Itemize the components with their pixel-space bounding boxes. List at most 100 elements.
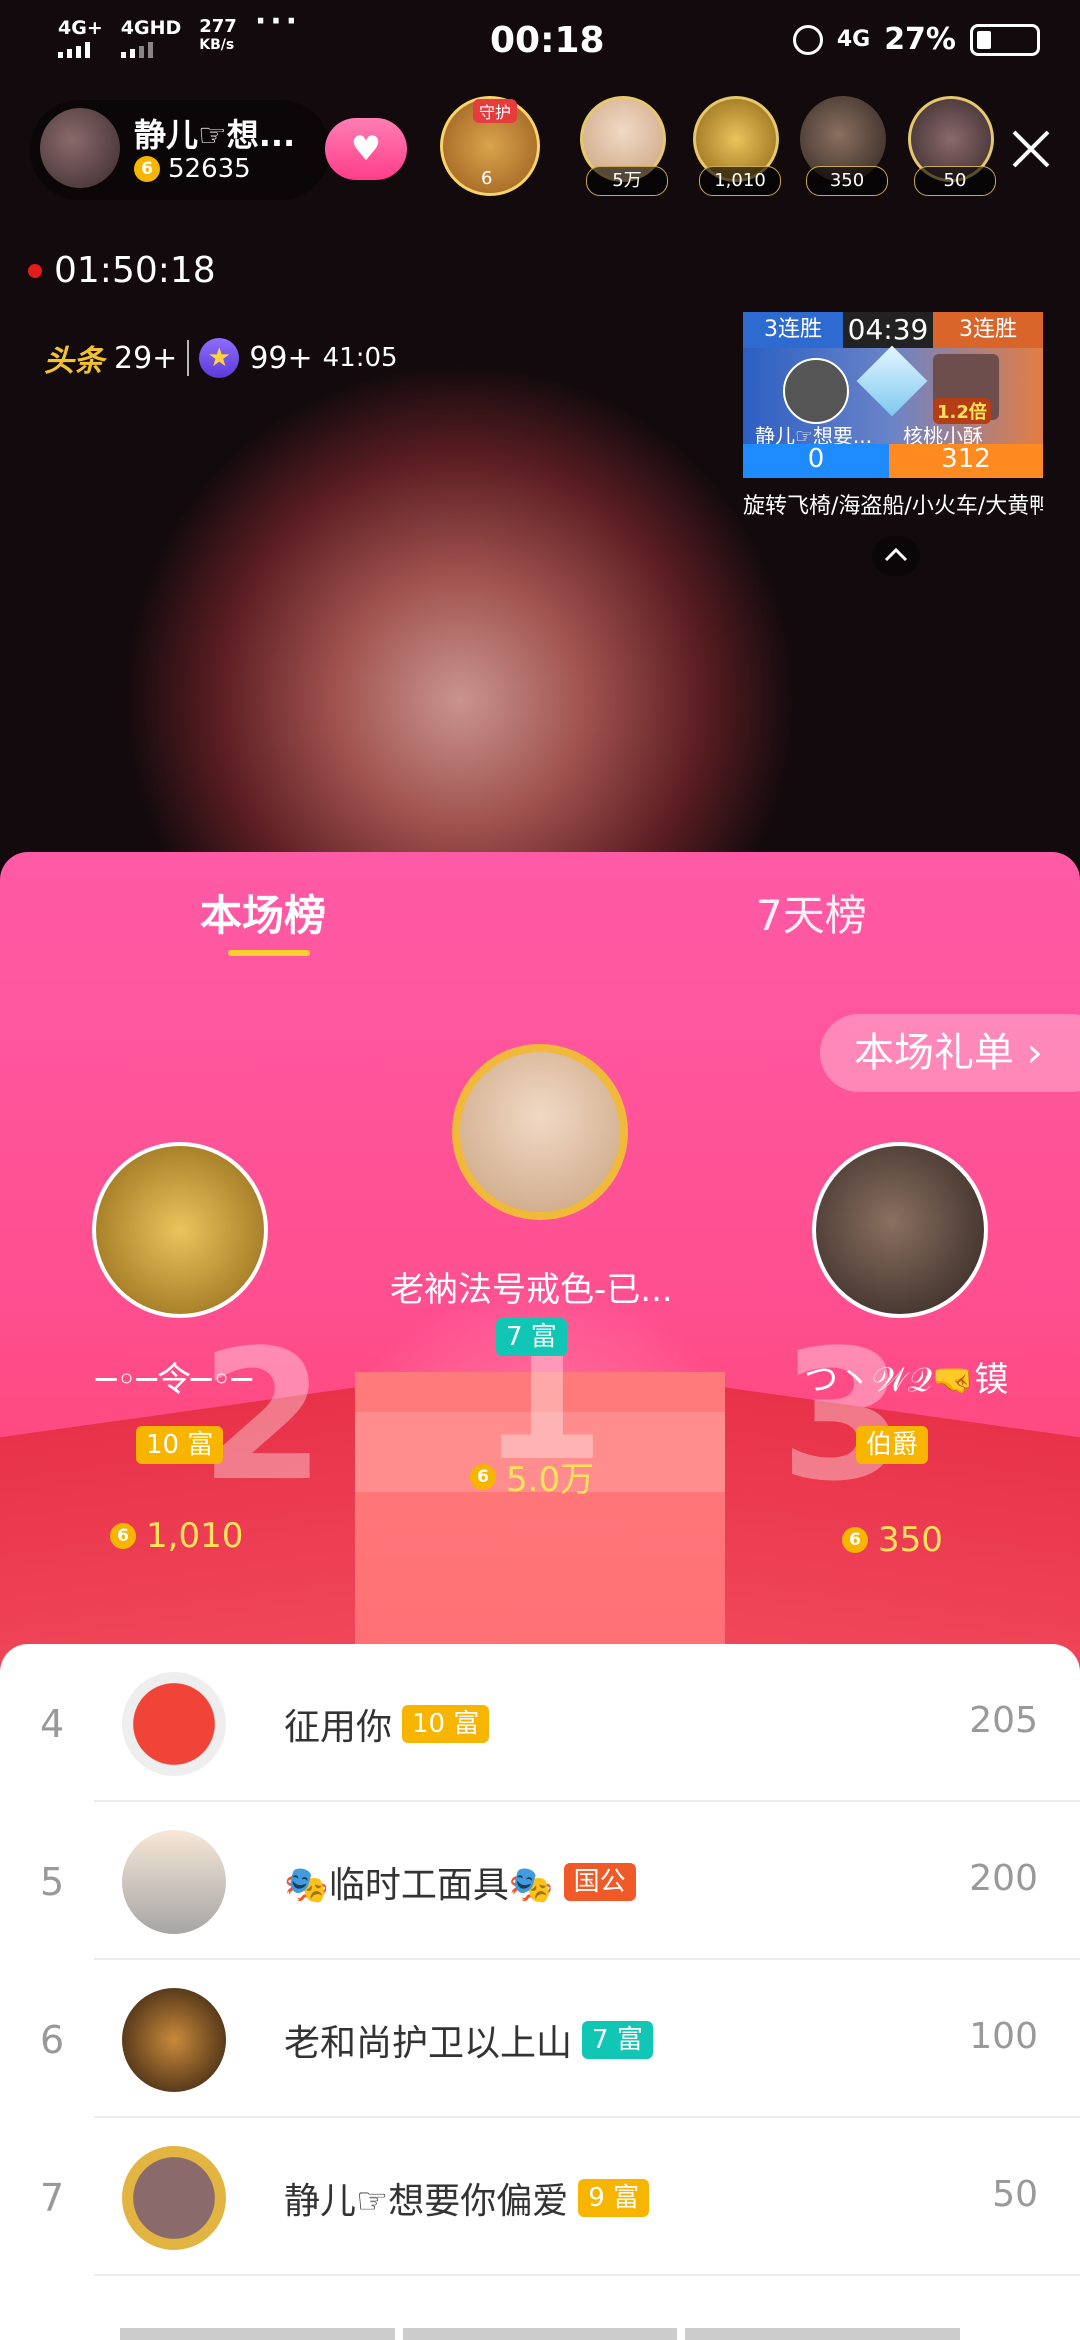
close-icon[interactable] [1008,126,1054,172]
live-stats[interactable]: 头条 29+ ★ 99+ 41:05 [44,336,398,380]
star-time: 41:05 [322,343,398,373]
rank2-name: ─◦─令─◦─ [96,1360,252,1400]
row-badge: 10 富 [402,1705,490,1743]
pk-right-streak: 3连胜 [933,312,1043,348]
network-label-2: 4GHD [120,17,182,39]
viewer-avatar-3[interactable]: 350 [800,96,894,196]
pk-right-score: 312 [889,444,1043,478]
rank3-avatar[interactable] [812,1142,988,1318]
podium-number-2: 2 [200,1312,326,1521]
host-coin-count: 52635 [168,154,251,184]
viewer-value: 5万 [586,166,668,196]
coin-icon: 6 [110,1523,136,1549]
coin-icon: 6 [470,1463,496,1490]
row-rank: 4 [40,1702,65,1746]
row-name: 老和尚护卫以上山 7 富 [284,2014,653,2066]
rank3-badge: 伯爵 [856,1426,929,1464]
row-avatar[interactable] [122,2146,226,2250]
host-avatar[interactable] [40,108,120,188]
row-rank: 7 [40,2176,65,2220]
pk-left-avatar[interactable] [783,358,849,424]
signal-area: 4G+ 4GHD 277 KB/s ··· [58,7,301,58]
network-label-3: 4G [836,27,871,52]
row-value: 100 [969,2016,1038,2057]
tab-current[interactable]: 本场榜 [200,882,326,943]
guard-badge[interactable]: 守护 6 [440,96,540,196]
more-dots-icon: ··· [254,4,302,39]
row-badge: 国公 [563,1863,636,1901]
rank1-name: 老衲法号戒色-已... [390,1270,673,1310]
net-speed: 277 [199,16,237,37]
rank2-badge: 10 富 [136,1426,224,1464]
live-duration-text: 01:50:18 [54,250,216,291]
viewer-avatar-2[interactable]: 1,010 [693,96,787,196]
row-name: 征用你 10 富 [284,1698,490,1750]
row-rank: 6 [40,2018,65,2062]
alarm-icon [792,24,823,55]
rank3-name: つ丶𝒲𝒬🤜镆 [804,1360,1009,1400]
record-dot-icon [28,263,42,278]
status-bar: 4G+ 4GHD 277 KB/s ··· 00:18 4G 27% [0,0,1080,84]
row-badge: 7 富 [582,2021,653,2059]
rank1-amount: 6 5.0万 [470,1452,594,1501]
divider [94,2274,1080,2276]
host-info[interactable]: 静儿☞想... 6 52635 [30,100,330,200]
row-avatar[interactable] [122,1830,226,1934]
scroll-indicator [120,2328,961,2340]
row-value: 50 [992,2174,1038,2215]
pk-timer: 04:39 [843,312,933,348]
battery-icon [970,23,1040,56]
rank2-amount: 6 1,010 [110,1516,243,1556]
toutiao-count: 29+ [114,340,178,376]
list-item[interactable]: 4 征用你 10 富 205 [0,1644,1080,1802]
toutiao-icon: 头条 [44,344,104,379]
clock: 00:18 [490,20,605,61]
diamond-icon [856,345,928,417]
divider [187,340,190,376]
rank1-badge: 7 富 [496,1318,567,1356]
signal-icon-2 [120,42,182,58]
tab-7day[interactable]: 7天榜 [756,882,867,943]
rank2-avatar[interactable] [92,1142,268,1318]
gift-list-label: 本场礼单 [854,1030,1014,1076]
viewer-avatar-4[interactable]: 50 [908,96,1002,196]
live-duration: 01:50:18 [28,250,216,291]
chevron-right-icon: › [1026,1030,1043,1076]
list-item[interactable]: 5 🎭临时工面具🎭 国公 200 [0,1802,1080,1960]
gift-list-button[interactable]: 本场礼单 › [820,1014,1080,1092]
star-count: 99+ [249,340,313,376]
tab-indicator [228,950,310,956]
coin-icon: 6 [842,1527,868,1553]
viewer-value: 350 [806,166,888,196]
star-icon: ★ [199,338,240,378]
podium-number-3: 3 [780,1312,906,1521]
pk-panel[interactable]: 3连胜 04:39 3连胜 1.2倍 静儿☞想要... 核桃小酥 0 312 旋… [743,312,1043,522]
host-name: 静儿☞想... [134,116,296,154]
row-rank: 5 [40,1860,65,1904]
pk-left-score: 0 [743,444,889,478]
signal-icon [58,42,103,58]
rank1-avatar[interactable] [452,1044,628,1220]
row-avatar[interactable] [122,1988,226,2092]
follow-heart-button[interactable]: ♥ [325,118,407,180]
row-name: 静儿☞想要你偏爱 9 富 [284,2172,650,2224]
list-item[interactable]: 7 静儿☞想要你偏爱 9 富 50 [0,2118,1080,2276]
guard-level: 6 [481,168,493,189]
list-item[interactable]: 6 老和尚护卫以上山 7 富 100 [0,1960,1080,2118]
row-name: 🎭临时工面具🎭 国公 [284,1856,636,1908]
chevron-up-icon[interactable] [872,536,920,576]
viewer-value: 50 [914,166,996,196]
pk-left-streak: 3连胜 [743,312,843,348]
coin-icon: 6 [134,156,160,182]
row-value: 200 [969,1858,1038,1899]
network-label-1: 4G+ [58,17,103,39]
guard-tag: 守护 [473,99,518,123]
row-avatar[interactable] [122,1672,226,1776]
viewer-value: 1,010 [699,166,781,196]
rank3-amount: 6 350 [842,1520,943,1560]
row-value: 205 [969,1700,1038,1741]
host-coins: 6 52635 [134,154,251,184]
viewer-avatar-1[interactable]: 5万 [580,96,674,196]
row-badge: 9 富 [578,2179,650,2217]
pk-footer: 旋转飞椅/海盗船/小火车/大黄鸭 [743,494,1043,519]
